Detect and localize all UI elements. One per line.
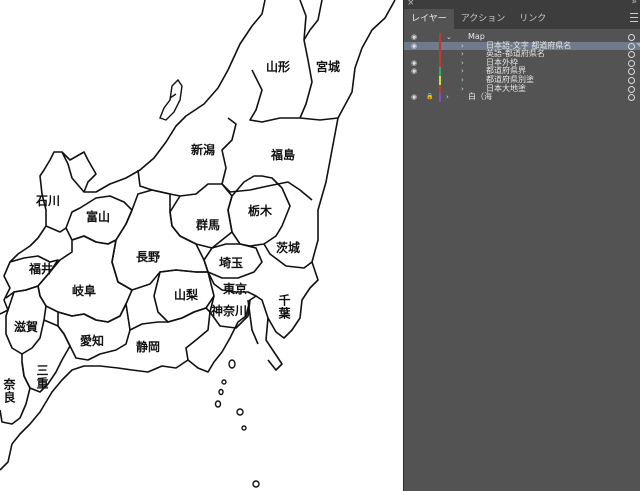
chevron-right-icon[interactable]: › — [461, 42, 464, 51]
pref-label-toyama: 富山 — [86, 210, 111, 224]
japan-map — [0, 0, 396, 488]
pref-label-miyagi: 宮城 — [316, 60, 341, 74]
tab-layers[interactable]: レイヤー — [404, 9, 454, 29]
pref-label-fukushima: 福島 — [271, 148, 296, 162]
chevron-right-icon[interactable]: › — [461, 67, 464, 76]
layers-panel: × » レイヤー アクション リンク ◉ ⌄ Map ◉ › 日本語-文字 都道府県名 › 英… — [403, 0, 640, 491]
target-circle-icon[interactable] — [628, 34, 635, 41]
chevron-right-icon[interactable]: › — [446, 93, 449, 102]
panel-title-bar: × » — [404, 0, 640, 9]
close-icon[interactable]: × — [407, 0, 415, 9]
layer-name: 日本大地塗 — [486, 83, 526, 93]
eye-icon[interactable]: ◉ — [411, 59, 417, 68]
layer-color-bar — [439, 84, 441, 94]
pref-label-tochigi: 栃木 — [248, 204, 273, 218]
layer-color-bar — [439, 33, 441, 42]
pref-label-saitama: 埼玉 — [219, 256, 244, 270]
pref-label-kanagawa: 神奈川 — [211, 304, 248, 318]
layer-color-bar — [439, 93, 441, 102]
layer-list: ◉ ⌄ Map ◉ › 日本語-文字 都道府県名 › 英語-都道府県名 ◉ › 日本外枠 ◉ › 都道府県… — [404, 32, 640, 102]
target-circle-icon[interactable] — [628, 76, 635, 84]
chevron-down-icon[interactable]: ⌄ — [446, 33, 452, 42]
pref-label-yamanashi: 山梨 — [174, 288, 199, 302]
eye-icon[interactable]: ◉ — [411, 67, 417, 76]
eye-icon[interactable]: ◉ — [411, 33, 417, 42]
chevron-right-icon[interactable]: › — [461, 85, 464, 94]
pref-label-shiga: 滋賀 — [14, 320, 39, 334]
eye-icon[interactable]: ◉ — [411, 93, 417, 102]
panel-tabs: レイヤー アクション リンク — [404, 9, 640, 29]
chevron-right-icon[interactable]: › — [461, 50, 464, 59]
target-circle-icon[interactable] — [628, 51, 635, 59]
target-circle-icon[interactable] — [628, 59, 635, 67]
chevron-right-icon[interactable]: › — [461, 59, 464, 68]
target-circle-icon[interactable] — [628, 94, 635, 102]
target-circle-icon[interactable] — [628, 68, 635, 76]
pref-label-gunma: 群馬 — [196, 218, 221, 232]
layer-name: 白（海 — [468, 92, 492, 102]
layer-row[interactable]: ◉ 🔒 › 白（海 — [404, 93, 640, 102]
pref-label-niigata: 新潟 — [191, 143, 216, 157]
pref-label-chiba: 千葉 — [277, 294, 291, 320]
pref-label-nara: 奈良 — [2, 378, 16, 404]
layer-color-bar — [439, 75, 441, 85]
layer-color-bar — [439, 41, 441, 51]
layer-name: Map — [468, 32, 485, 41]
tab-actions[interactable]: アクション — [454, 9, 513, 29]
selection-indicator-icon — [636, 42, 640, 47]
tab-links[interactable]: リンク — [512, 9, 553, 29]
eye-icon[interactable]: ◉ — [411, 42, 417, 51]
target-circle-icon[interactable] — [628, 85, 635, 93]
layer-color-bar — [439, 58, 441, 68]
pref-label-mie: 三重 — [35, 364, 49, 390]
layer-color-bar — [439, 67, 441, 76]
pref-label-aichi: 愛知 — [80, 334, 105, 348]
layer-row[interactable]: › 日本大地塗 — [404, 83, 640, 94]
artboard-canvas[interactable]: 山形 宮城 新潟 福島 石川 富山 栃木 群馬 茨城 長野 埼玉 福井 岐阜 東… — [0, 0, 402, 491]
chevron-right-icon[interactable]: › — [461, 76, 464, 85]
pref-label-yamagata: 山形 — [266, 60, 291, 74]
layer-color-bar — [439, 50, 441, 59]
pref-label-gifu: 岐阜 — [72, 284, 97, 298]
lock-icon[interactable]: 🔒 — [426, 93, 433, 102]
target-circle-icon[interactable] — [628, 42, 635, 50]
pref-label-fukui: 福井 — [29, 262, 54, 276]
pref-label-shizuoka: 静岡 — [136, 340, 161, 354]
collapse-icon[interactable]: » — [631, 0, 637, 7]
pref-label-ibaraki: 茨城 — [276, 241, 301, 255]
pref-label-ishikawa: 石川 — [36, 194, 61, 208]
panel-menu-icon[interactable] — [630, 13, 638, 22]
pref-label-nagano: 長野 — [136, 250, 161, 264]
layer-row[interactable]: › 英語-都道府県名 — [404, 50, 640, 59]
pref-label-tokyo: 東京 — [223, 282, 248, 296]
